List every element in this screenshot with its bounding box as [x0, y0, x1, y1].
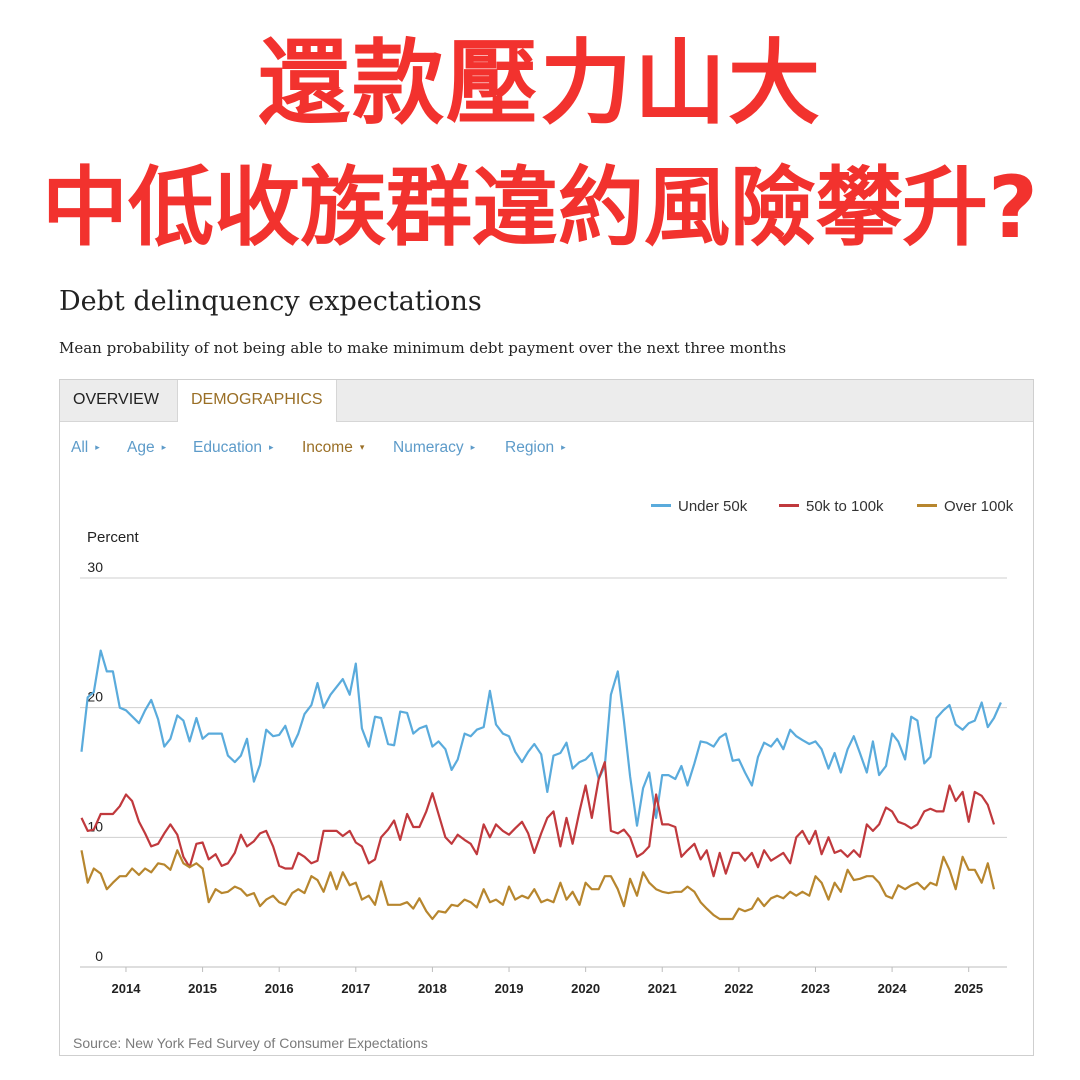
x-tick-label: 2015 — [188, 981, 217, 996]
x-tick-label: 2023 — [801, 981, 830, 996]
x-tick-label: 2024 — [878, 981, 908, 996]
x-tick-label: 2019 — [495, 981, 524, 996]
y-axis-ticks: 0102030 — [87, 559, 103, 964]
x-axis-ticks: 2014 2015 2016 2017 2018 2019 2020 2021 2022 2023… — [112, 967, 983, 996]
x-tick-label: 2025 — [954, 981, 983, 996]
x-tick-label: 2021 — [648, 981, 677, 996]
chart-subtitle: Mean probability of not being able to ma… — [59, 339, 787, 357]
x-tick-label: 2017 — [341, 981, 370, 996]
headline-line-2: 中低收族群違約風險攀升? — [42, 158, 1038, 258]
x-tick-label: 2016 — [265, 981, 294, 996]
series-lines — [80, 649, 1002, 921]
y-axis-label: Percent — [87, 529, 140, 546]
chart-panel: OVERVIEW DEMOGRAPHICS All ▸ Age ▸ Educatio… — [59, 379, 1034, 1056]
series-line-under-50k[interactable] — [80, 649, 1002, 827]
series-line-50k-to-100k[interactable] — [80, 761, 996, 878]
chart-title: Debt delinquency expectations — [59, 286, 482, 317]
x-tick-label: 2018 — [418, 981, 447, 996]
source-note: Source: New York Fed Survey of Consumer … — [73, 1035, 428, 1051]
y-tick-label: 30 — [87, 559, 103, 575]
x-tick-label: 2014 — [112, 981, 142, 996]
x-tick-label: 2020 — [571, 981, 600, 996]
headline-line-1: 還款壓力山大 — [257, 30, 822, 137]
line-chart: Percent 0102030 2014 2015 2016 2017 2018 2019… — [80, 529, 1007, 996]
y-tick-label: 0 — [95, 948, 103, 964]
x-tick-label: 2022 — [724, 981, 753, 996]
